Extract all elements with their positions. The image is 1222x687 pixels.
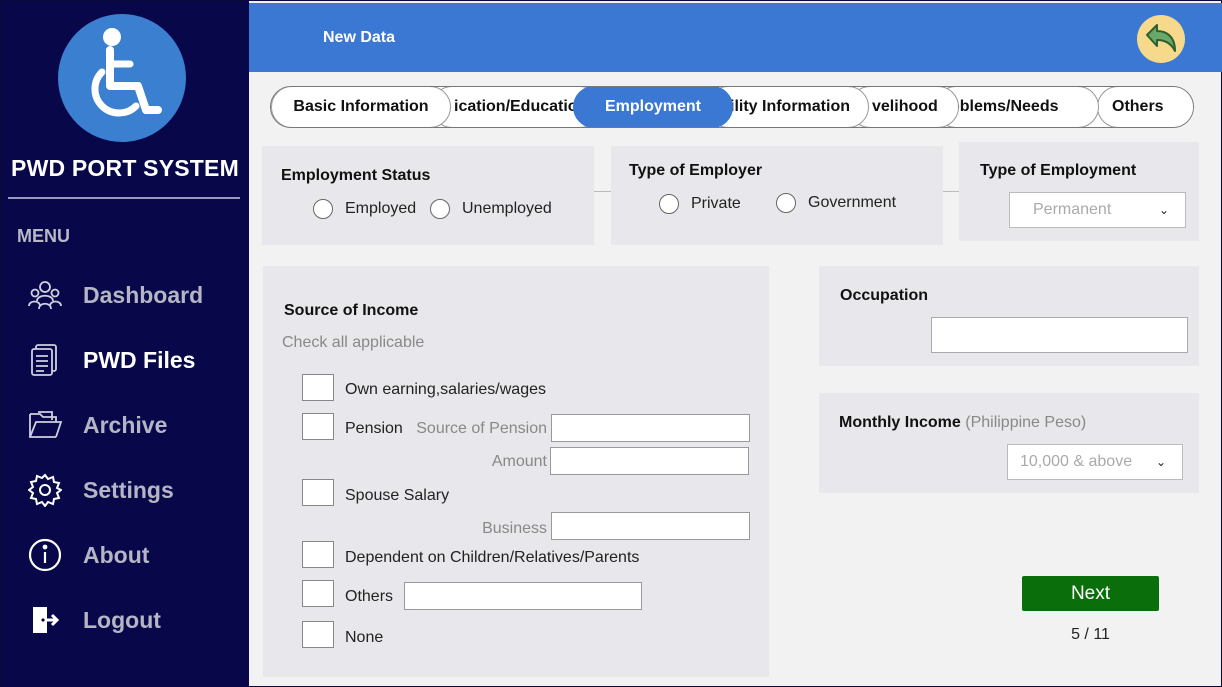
- pension-source-label: Source of Pension: [416, 420, 547, 437]
- next-button[interactable]: Next: [1022, 576, 1159, 611]
- radio-circle: [313, 199, 333, 219]
- radio-label: Private: [691, 195, 741, 212]
- checkbox-own-earning[interactable]: [302, 374, 334, 401]
- select-value: Permanent: [1033, 201, 1112, 218]
- checkbox-pension[interactable]: [302, 413, 334, 440]
- tab-label: Basic Information: [293, 98, 429, 115]
- tab-basic-information[interactable]: Basic Information: [271, 87, 451, 127]
- checkbox-others[interactable]: [302, 580, 334, 607]
- occupation-input[interactable]: [931, 317, 1188, 353]
- tab-label: Others: [1112, 98, 1164, 115]
- radio-unemployed[interactable]: Unemployed: [430, 199, 552, 219]
- folder-icon: [27, 407, 63, 443]
- none-label: None: [345, 629, 384, 646]
- income-source-panel: Source of Income Check all applicable Ow…: [263, 266, 769, 677]
- employment-status-panel: Employment Status Employed Unemployed: [262, 146, 594, 245]
- sidebar-divider: [8, 197, 240, 199]
- tab-label: Employment: [604, 98, 701, 115]
- occupation-panel: Occupation: [819, 266, 1199, 366]
- app-window: PWD PORT SYSTEM MENU Dashboard PWD Files…: [0, 0, 1222, 687]
- tab-label: ication/Educatio: [454, 98, 578, 115]
- logout-icon: [27, 602, 63, 638]
- radio-label: Government: [808, 194, 897, 211]
- tab-label: velihood: [872, 98, 938, 115]
- radio-employed[interactable]: Employed: [313, 199, 416, 219]
- back-button[interactable]: [1137, 15, 1185, 63]
- tab-employment[interactable]: Employment: [573, 87, 733, 127]
- radio-government[interactable]: Government: [776, 193, 896, 213]
- employment-type-panel: Type of Employment Permanent ⌄: [959, 142, 1199, 241]
- others-label: Others: [345, 588, 394, 605]
- radio-circle: [659, 194, 679, 214]
- sidebar-item-label: Logout: [83, 606, 161, 633]
- header-bar: New Data: [249, 3, 1222, 72]
- form-tabs: Others oblems/Needs velihood ility Infor…: [270, 86, 1194, 128]
- tab-problems-needs[interactable]: oblems/Needs: [935, 87, 1099, 127]
- select-value: 10,000 & above: [1020, 453, 1133, 470]
- chevron-down-icon: ⌄: [1155, 455, 1166, 469]
- radio-label: Employed: [345, 200, 417, 217]
- monthly-income-title: Monthly Income (Philippine Peso): [839, 414, 1086, 432]
- business-label: Business: [482, 520, 547, 537]
- checkbox-none[interactable]: [302, 621, 334, 648]
- sidebar-item-pwd-files[interactable]: PWD Files: [1, 335, 249, 385]
- sidebar: PWD PORT SYSTEM MENU Dashboard PWD Files…: [1, 1, 249, 687]
- sidebar-item-label: About: [83, 541, 150, 568]
- pension-source-input[interactable]: [551, 414, 750, 442]
- monthly-income-unit: (Philippine Peso): [965, 414, 1087, 431]
- tab-label: ility Information: [730, 98, 850, 115]
- employment-status-title: Employment Status: [281, 167, 431, 184]
- sidebar-item-dashboard[interactable]: Dashboard: [1, 270, 249, 320]
- sidebar-item-label: Dashboard: [83, 281, 204, 308]
- gear-icon: [27, 472, 63, 508]
- chevron-down-icon: ⌄: [1158, 203, 1169, 217]
- amount-label: Amount: [491, 453, 547, 470]
- users-icon: [27, 277, 63, 313]
- wheelchair-logo-icon: [58, 14, 186, 142]
- others-input[interactable]: [404, 582, 642, 610]
- business-input[interactable]: [551, 512, 750, 540]
- menu-label: MENU: [17, 226, 70, 246]
- sidebar-item-label: Settings: [83, 476, 174, 503]
- monthly-income-label: Monthly Income: [839, 414, 961, 431]
- checkbox-spouse-salary[interactable]: [302, 479, 334, 506]
- income-source-hint: Check all applicable: [282, 334, 425, 351]
- back-arrow-icon: [1146, 24, 1176, 52]
- employer-type-panel: Type of Employer Private Government: [611, 146, 943, 245]
- checkbox-dependent[interactable]: [302, 541, 334, 568]
- amount-input[interactable]: [550, 447, 749, 475]
- connector-line: [943, 191, 960, 192]
- radio-private[interactable]: Private: [659, 194, 741, 214]
- radio-circle: [776, 193, 796, 213]
- info-icon: [27, 537, 63, 573]
- sidebar-item-label: Archive: [83, 411, 168, 438]
- employment-type-title: Type of Employment: [980, 162, 1137, 179]
- sidebar-item-archive[interactable]: Archive: [1, 400, 249, 450]
- income-source-title: Source of Income: [284, 302, 419, 319]
- own-earning-label: Own earning,salaries/wages: [345, 381, 546, 398]
- sidebar-item-settings[interactable]: Settings: [1, 465, 249, 515]
- files-icon: [27, 342, 63, 378]
- pension-label: Pension: [345, 420, 403, 437]
- dependent-label: Dependent on Children/Relatives/Parents: [345, 549, 640, 566]
- sidebar-item-logout[interactable]: Logout: [1, 595, 249, 645]
- tab-others[interactable]: Others: [1097, 87, 1193, 127]
- monthly-income-panel: Monthly Income (Philippine Peso) 10,000 …: [819, 393, 1199, 493]
- spouse-salary-label: Spouse Salary: [345, 487, 450, 504]
- connector-line: [594, 191, 612, 192]
- employment-type-select[interactable]: Permanent ⌄: [1009, 192, 1186, 228]
- page-title: New Data: [323, 29, 396, 46]
- employer-type-title: Type of Employer: [629, 162, 763, 179]
- monthly-income-select[interactable]: 10,000 & above ⌄: [1007, 444, 1183, 480]
- sidebar-item-about[interactable]: About: [1, 530, 249, 580]
- app-name: PWD PORT SYSTEM: [11, 155, 239, 181]
- radio-circle: [430, 199, 450, 219]
- tab-label: oblems/Needs: [950, 98, 1059, 115]
- sidebar-item-label: PWD Files: [83, 346, 196, 373]
- radio-label: Unemployed: [462, 200, 552, 217]
- occupation-title: Occupation: [840, 287, 929, 304]
- page-indicator: 5 / 11: [1071, 626, 1110, 643]
